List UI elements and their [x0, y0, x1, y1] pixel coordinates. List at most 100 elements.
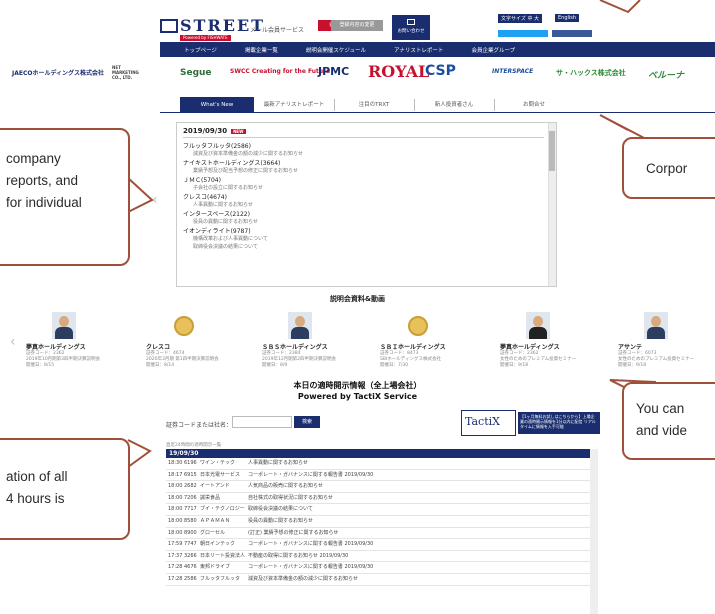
- tab-analyst-report[interactable]: 最新アナリストレポート: [254, 97, 334, 113]
- tab-new-investor[interactable]: 新人投資者さん: [414, 97, 494, 113]
- news-company[interactable]: インタースペース(2122): [183, 209, 544, 218]
- disclosure-row[interactable]: 18:00 2682 イートアンド 人気商品の販売に関するお知らせ: [166, 481, 598, 493]
- font-size-control[interactable]: 文字サイズ 中 大: [498, 14, 543, 23]
- news-company[interactable]: イオンディライト(9787): [183, 226, 544, 235]
- street-logo[interactable]: STREET Powered by FISHWATE: [160, 16, 263, 41]
- disclosure-company: 日本光電サービス: [200, 471, 241, 478]
- disclosure-title-link[interactable]: コーポレート・ガバナンスに関する報告書 2019/09/30: [248, 562, 373, 573]
- news-item[interactable]: 減資及び資本準備金の額の減少に関するお知らせ: [183, 150, 544, 157]
- briefing-prev-icon[interactable]: ‹: [10, 334, 16, 350]
- facebook-like-button[interactable]: [552, 30, 592, 37]
- news-item[interactable]: 役員の異動に関するお知らせ: [183, 218, 544, 225]
- disclosure-code: 8580: [184, 517, 197, 524]
- disclosure-time: 17:59: [168, 541, 183, 548]
- disclosure-row[interactable]: 18:00 8900 グローセル (訂正) 業績予想の修正に関するお知らせ: [166, 528, 598, 540]
- news-item[interactable]: 機構改革および人事異動について: [183, 235, 544, 242]
- disclosure-row[interactable]: 18:00 7717 ブイ・テクノロジー 取締役会決議の結果について: [166, 504, 598, 516]
- disclosure-row[interactable]: 17:59 7747 朝日インテック コーポレート・ガバナンスに関する報告書 2019…: [166, 539, 598, 551]
- tactix-logo[interactable]: TactiX: [461, 410, 516, 436]
- code-search-input[interactable]: [232, 416, 292, 428]
- news-company[interactable]: ＪＭＣ(5704): [183, 175, 544, 184]
- briefing-card[interactable]: ＳＢＳホールディングス 証券コード：2384 2019年12月期第2四半期決算説…: [262, 312, 357, 369]
- disclosure-code: 2586: [184, 575, 197, 582]
- sponsor-logo[interactable]: SWCC Creating for the Future: [230, 68, 330, 75]
- sponsor-logo[interactable]: NET MARKETING CO., LTD.: [112, 65, 142, 80]
- contact-button[interactable]: お問い合わせ: [392, 15, 430, 40]
- sponsor-logo[interactable]: ROYAL: [368, 62, 429, 81]
- content-tabs: What's New 最新アナリストレポート 注目のTRXT 新人投資者さん お…: [160, 97, 715, 113]
- news-scrollbar[interactable]: [548, 123, 556, 286]
- mail-icon: [407, 19, 415, 25]
- news-scroll-thumb[interactable]: [549, 131, 555, 171]
- tab-contact[interactable]: お問合せ: [494, 97, 574, 113]
- nav-item-companies[interactable]: 掲載企業一覧: [231, 46, 292, 54]
- news-item[interactable]: 人事異動に関するお知らせ: [183, 201, 544, 208]
- disclosure-time: 17:28: [168, 564, 183, 571]
- disclosure-title-link[interactable]: 不動産の取得に関するお知らせ 2019/09/30: [248, 551, 348, 562]
- disclosure-title-link[interactable]: 人気商品の販売に関するお知らせ: [248, 481, 323, 492]
- news-date-header: 2019/09/30 NEW: [183, 127, 544, 138]
- sponsor-logo-bar: JAECOホールディングス株式会社 NET MARKETING CO., LTD…: [0, 62, 715, 87]
- nav-item-group[interactable]: 会員企業グループ: [457, 46, 529, 54]
- member-service-label: メール会員サービス: [250, 27, 305, 34]
- logo-mark-icon: [160, 19, 178, 33]
- disclosure-code: 2682: [184, 483, 197, 490]
- disclosure-row[interactable]: 18:00 8580 ＡＰＡＭＡＮ 役員の異動に関するお知らせ: [166, 516, 598, 528]
- search-button[interactable]: 検索: [294, 416, 320, 428]
- briefing-card[interactable]: アサンテ 証券コード：6073 女性のためのプレミアム投資セミナー 開催日：9/…: [618, 312, 713, 369]
- disclosure-row[interactable]: 18:30 6196 ワイン・テック 人事異動に関するお知らせ: [166, 458, 598, 470]
- change-button[interactable]: 登録内容の変更: [331, 20, 383, 31]
- disclosure-row[interactable]: 18:00 7206 誠栄食品 自社株式の取得状況に関するお知らせ: [166, 493, 598, 505]
- disclosure-date-head: 19/09/30: [166, 449, 598, 458]
- news-item[interactable]: 業績予想及び配当予想の修正に関するお知らせ: [183, 167, 544, 174]
- disclosure-time: 18:00: [168, 517, 183, 524]
- sponsor-logo[interactable]: JPMC: [318, 65, 349, 78]
- disclosure-row[interactable]: 18:17 6915 日本光電サービス コーポレート・ガバナンスに関する報告書 201…: [166, 470, 598, 482]
- disclosure-title-link[interactable]: 役員の異動に関するお知らせ: [248, 516, 313, 527]
- twitter-follow-button[interactable]: [498, 30, 548, 37]
- news-item[interactable]: 子会社の設立に関するお知らせ: [183, 184, 544, 191]
- disclosure-code: 3266: [184, 552, 197, 559]
- briefing-date: 開催日：7/30: [380, 363, 409, 368]
- sponsor-logo[interactable]: CSP: [425, 63, 456, 79]
- contact-label: お問い合わせ: [397, 29, 425, 34]
- briefing-card[interactable]: 夢真ホールディングス 証券コード：2362 女性のためのプレミアム投資セミナー …: [500, 312, 595, 369]
- nav-item-top[interactable]: トップページ: [170, 46, 231, 54]
- disclosure-company: 誠栄食品: [200, 494, 221, 501]
- briefing-card[interactable]: クレスコ 証券コード：4674 2020年3月期 第1四半期決算説明会 開催日：…: [146, 312, 241, 369]
- briefing-date: 開催日：8/9: [262, 363, 288, 368]
- tactix-trial-banner[interactable]: 【1ヶ月無料お試しはこちらから】上場企業の適時開示情報を1分以内に配信 リアルタ…: [518, 412, 600, 434]
- sponsor-logo[interactable]: INTERSPACE: [492, 68, 533, 75]
- briefing-card[interactable]: ＳＢＩホールディングス 証券コード：8473 SBIホールディングス株式会社 開…: [380, 312, 475, 369]
- new-badge: NEW: [231, 128, 246, 134]
- briefing-date: 開催日：9/18: [618, 363, 647, 368]
- disclosure-title-link[interactable]: 自社株式の取得状況に関するお知らせ: [248, 493, 333, 504]
- tab-trxt[interactable]: 注目のTRXT: [334, 97, 414, 113]
- disclosure-row[interactable]: 17:28 4676 東邦ドライブ コーポレート・ガバナンスに関する報告書 2019/…: [166, 562, 598, 574]
- disclosure-title-link[interactable]: 減資及び資本準備金の額の減少に関するお知らせ: [248, 574, 358, 585]
- sponsor-logo[interactable]: JAECOホールディングス株式会社: [12, 68, 104, 77]
- disclosure-title-link[interactable]: コーポレート・ガバナンスに関する報告書 2019/09/30: [248, 539, 373, 550]
- news-company[interactable]: フルッタフルッタ(2586): [183, 141, 544, 150]
- disclosure-company: ワイン・テック: [200, 460, 236, 466]
- disclosure-scrollbar[interactable]: [590, 449, 598, 614]
- news-item[interactable]: 取締役会決議の結果について: [183, 243, 544, 250]
- sponsor-logo[interactable]: サ・ハックス株式会社: [556, 68, 626, 78]
- news-company[interactable]: ナイキストホールディングス(3664): [183, 158, 544, 167]
- sponsor-logo[interactable]: Segue: [180, 68, 212, 78]
- sponsor-logo[interactable]: ベルーナ: [648, 68, 684, 81]
- briefing-card[interactable]: 夢真ホールディングス 証券コード：2362 2019年10月期第3四半期決算説明…: [26, 312, 121, 369]
- disclosure-row[interactable]: 17:28 2586 フルッタフルッタ 減資及び資本準備金の額の減少に関するお知らせ: [166, 574, 598, 586]
- nav-item-analyst[interactable]: アナリストレポート: [380, 46, 457, 54]
- news-prev-icon[interactable]: ‹: [152, 192, 158, 208]
- disclosure-title-link[interactable]: 人事異動に関するお知らせ: [248, 458, 308, 469]
- nav-item-schedule[interactable]: 説明会開催スケジュール: [292, 46, 380, 54]
- disclosure-title-link[interactable]: (訂正) 業績予想の修正に関するお知らせ: [248, 528, 338, 539]
- disclosure-title-link[interactable]: コーポレート・ガバナンスに関する報告書 2019/09/30: [248, 470, 373, 481]
- disclosure-code: 8900: [184, 529, 197, 536]
- news-company[interactable]: クレスコ(4674): [183, 192, 544, 201]
- english-link[interactable]: English: [555, 14, 580, 22]
- disclosure-row[interactable]: 17:37 3266 日本リート投資法人 不動産の取得に関するお知らせ 2019/09…: [166, 551, 598, 563]
- tab-whats-new[interactable]: What's New: [180, 97, 254, 113]
- disclosure-title-link[interactable]: 取締役会決議の結果について: [248, 504, 313, 515]
